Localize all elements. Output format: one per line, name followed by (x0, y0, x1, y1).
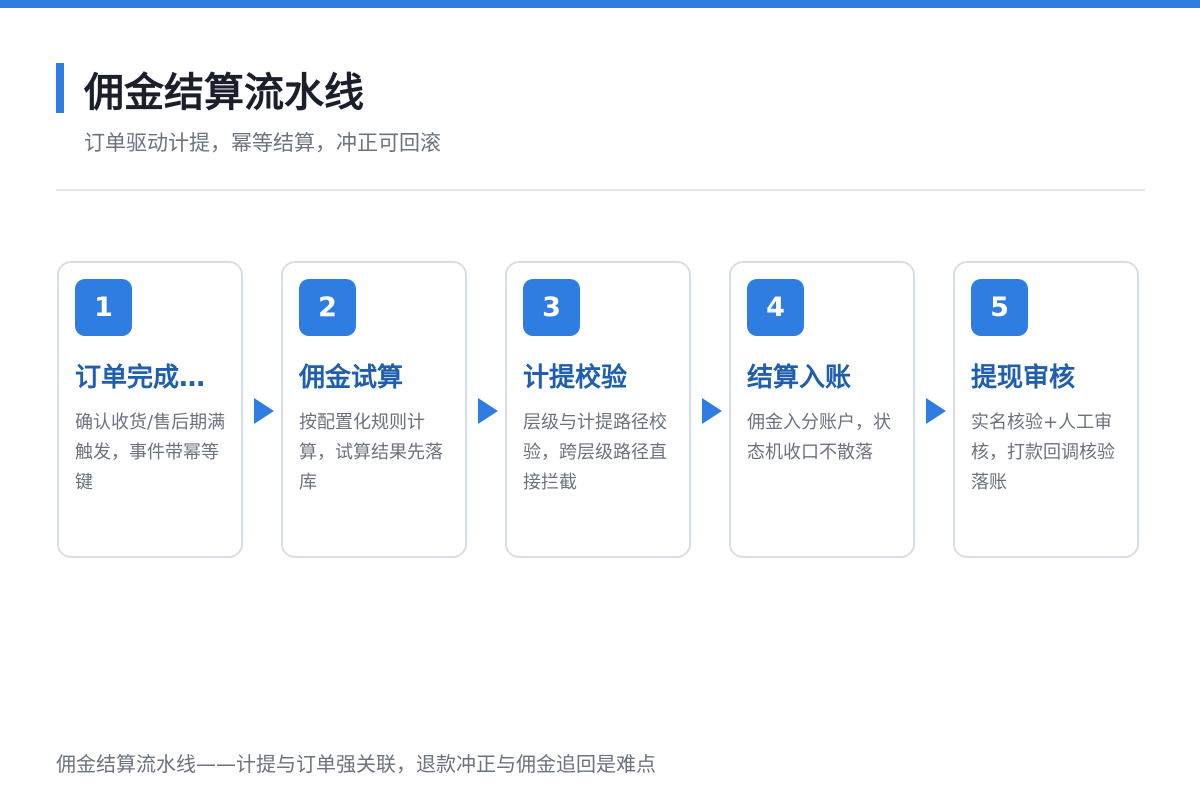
step-title: 订单完成… (75, 363, 206, 393)
footer-note: 佣金结算流水线——计提与订单强关联，退款冲正与佣金追回是难点 (56, 752, 656, 776)
title-accent-bar (56, 63, 64, 113)
header-divider (56, 189, 1145, 191)
step-number-badge: 2 (299, 279, 356, 336)
step-description: 层级与计提路径校验，跨层级路径直接拦截 (523, 412, 667, 493)
step-title: 计提校验 (523, 363, 628, 393)
step-title: 提现审核 (971, 363, 1076, 393)
step-number-badge: 1 (75, 279, 132, 336)
step-card-3: 3 计提校验 层级与计提路径校验，跨层级路径直接拦截 (505, 261, 691, 558)
step-number-badge: 5 (971, 279, 1028, 336)
step-card-5: 5 提现审核 实名核验+人工审核，打款回调核验落账 (953, 261, 1139, 558)
page-title: 佣金结算流水线 (84, 70, 364, 116)
step-description: 按配置化规则计算，试算结果先落库 (299, 412, 443, 493)
step-title: 结算入账 (747, 363, 852, 393)
step-description: 佣金入分账户，状态机收口不散落 (747, 412, 891, 463)
flow-arrow-icon (926, 398, 946, 424)
flow-arrow-icon (702, 398, 722, 424)
step-description: 确认收货/售后期满触发，事件带幂等键 (75, 412, 226, 493)
flow-arrow-icon (478, 398, 498, 424)
step-card-4: 4 结算入账 佣金入分账户，状态机收口不散落 (729, 261, 915, 558)
step-number-badge: 4 (747, 279, 804, 336)
step-card-1: 1 订单完成… 确认收货/售后期满触发，事件带幂等键 (57, 261, 243, 558)
step-card-2: 2 佣金试算 按配置化规则计算，试算结果先落库 (281, 261, 467, 558)
step-description: 实名核验+人工审核，打款回调核验落账 (971, 412, 1115, 493)
flow-arrow-icon (254, 398, 274, 424)
step-title: 佣金试算 (299, 363, 404, 393)
step-number-badge: 3 (523, 279, 580, 336)
page-subtitle: 订单驱动计提，幂等结算，冲正可回滚 (84, 131, 441, 155)
top-accent-bar (0, 0, 1200, 8)
